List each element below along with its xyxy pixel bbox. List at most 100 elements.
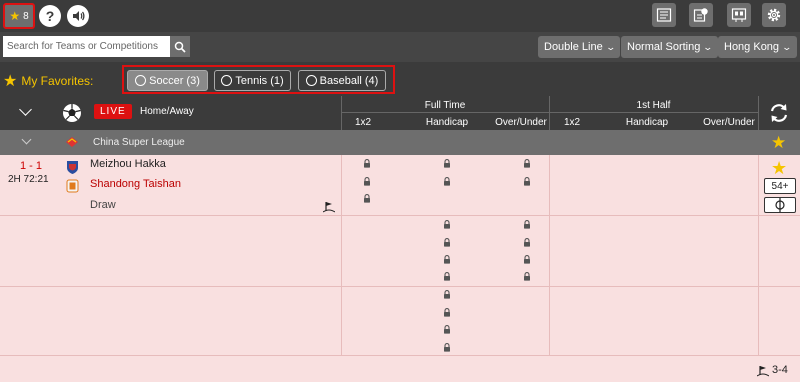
favorites-count: 8 [23, 10, 29, 22]
tab-baseball[interactable]: Baseball (4) [298, 70, 386, 91]
statistics-button[interactable] [689, 3, 713, 27]
match-favorite-star-icon[interactable]: ★ [771, 159, 787, 177]
scoreboard-icon [731, 8, 747, 22]
lock-icon [444, 159, 450, 168]
more-markets-button[interactable]: 54+ [764, 178, 796, 194]
chevron-down-icon: ⌄ [702, 41, 714, 52]
sound-button[interactable] [67, 5, 89, 27]
search-bar: Double Line ⌄ Normal Sorting ⌄ Hong Kong… [0, 32, 800, 62]
sport-tabs: Soccer (3) Tennis (1) Baseball (4) [122, 65, 395, 94]
home-away-label: Home/Away [140, 106, 194, 117]
full-time-header: Full Time [424, 100, 466, 111]
pitch-tracker-icon [775, 198, 785, 212]
league-favorite-star-icon[interactable]: ★ [771, 134, 786, 151]
sorting-dropdown[interactable]: Normal Sorting ⌄ [621, 36, 718, 58]
lock-icon [444, 272, 450, 281]
away-team-name[interactable]: Shandong Taishan [90, 178, 181, 190]
league-name: China Super League [93, 137, 185, 148]
lock-icon [444, 308, 450, 317]
lock-icon [524, 159, 530, 168]
corner-flag-icon[interactable] [323, 201, 335, 213]
corner-flag-icon [757, 366, 769, 377]
first-half-header: 1st Half [636, 100, 671, 111]
lock-icon [524, 220, 530, 229]
lock-icon [444, 255, 450, 264]
top-toolbar: ★ 8 ? [0, 0, 800, 32]
favorites-label-group: ★ My Favorites: [3, 71, 93, 91]
lock-icon [364, 177, 370, 186]
star-icon: ★ [3, 73, 18, 90]
lock-icon [524, 177, 530, 186]
search-input[interactable] [3, 36, 170, 57]
lock-icon [444, 325, 450, 334]
column-divider [758, 155, 759, 355]
tab-baseball-label: Baseball (4) [319, 74, 379, 87]
league-logo-icon [66, 137, 78, 147]
ft-over-under-header: Over/Under [495, 117, 547, 128]
refresh-icon[interactable] [768, 102, 790, 124]
home-team-name[interactable]: Meizhou Hakka [90, 158, 166, 170]
line-dropdown[interactable]: Double Line ⌄ [538, 36, 621, 58]
odds-format-label: Hong Kong [724, 41, 780, 53]
settings-button[interactable] [762, 3, 786, 27]
live-badge[interactable]: LIVE [94, 104, 132, 119]
lock-icon [444, 343, 450, 352]
home-team-logo-icon [67, 161, 78, 174]
row-divider [0, 355, 800, 356]
ht-1x2-header: 1x2 [563, 117, 581, 128]
favorites-count-button[interactable]: ★ 8 [3, 3, 35, 29]
chevron-down-icon[interactable] [21, 134, 32, 145]
row-divider [0, 215, 800, 216]
sound-icon [73, 11, 85, 21]
sorting-dropdown-label: Normal Sorting [627, 41, 701, 53]
lock-icon [524, 255, 530, 264]
tab-soccer[interactable]: Soccer (3) [127, 70, 208, 91]
help-icon: ? [45, 8, 55, 24]
line-dropdown-label: Double Line [544, 41, 603, 53]
league-row[interactable]: China Super League ★ [0, 130, 800, 155]
match-tracker-button[interactable] [764, 197, 796, 213]
row-divider [0, 286, 800, 287]
scoreboard-button[interactable] [727, 3, 751, 27]
chevron-down-icon: ⌄ [781, 41, 793, 52]
lock-icon [364, 194, 370, 203]
match-time: 2H 72:21 [8, 174, 49, 185]
market-header: LIVE Home/Away Full Time 1st Half 1x2 Ha… [0, 96, 800, 130]
corner-count: 3-4 [772, 364, 788, 376]
match-score: 1 - 1 [20, 160, 43, 172]
lock-icon [444, 177, 450, 186]
search-button[interactable] [170, 36, 190, 57]
tab-tennis-label: Tennis (1) [235, 74, 284, 87]
lock-icon [524, 272, 530, 281]
tennis-ball-icon [221, 75, 233, 86]
statistics-icon [693, 8, 708, 22]
header-divider [341, 112, 758, 113]
column-divider [341, 155, 342, 355]
soccer-ball-icon [135, 75, 147, 86]
search-icon [174, 41, 186, 53]
news-icon [656, 8, 672, 22]
tab-soccer-label: Soccer (3) [149, 74, 200, 87]
collapse-all-chevron-icon[interactable] [19, 103, 32, 116]
lock-icon [524, 238, 530, 247]
lock-icon [444, 238, 450, 247]
news-button[interactable] [652, 3, 676, 27]
lock-icon [364, 159, 370, 168]
more-markets-label: 54+ [771, 180, 789, 192]
odds-format-dropdown[interactable]: Hong Kong ⌄ [718, 36, 797, 58]
baseball-icon [305, 75, 317, 86]
star-icon: ★ [9, 9, 21, 23]
draw-label: Draw [90, 199, 116, 211]
away-team-logo-icon [66, 179, 79, 193]
tab-tennis[interactable]: Tennis (1) [214, 70, 291, 91]
favorites-label: My Favorites: [21, 74, 94, 88]
settings-icon [767, 8, 781, 22]
lock-icon [444, 290, 450, 299]
lock-icon [444, 220, 450, 229]
ft-1x2-header: 1x2 [354, 117, 372, 128]
help-button[interactable]: ? [39, 5, 61, 27]
favorites-bar: ★ My Favorites: Soccer (3) Tennis (1) Ba… [0, 62, 800, 96]
soccer-ball-icon [63, 104, 81, 122]
column-divider [758, 96, 759, 130]
ft-handicap-header: Handicap [425, 117, 469, 128]
